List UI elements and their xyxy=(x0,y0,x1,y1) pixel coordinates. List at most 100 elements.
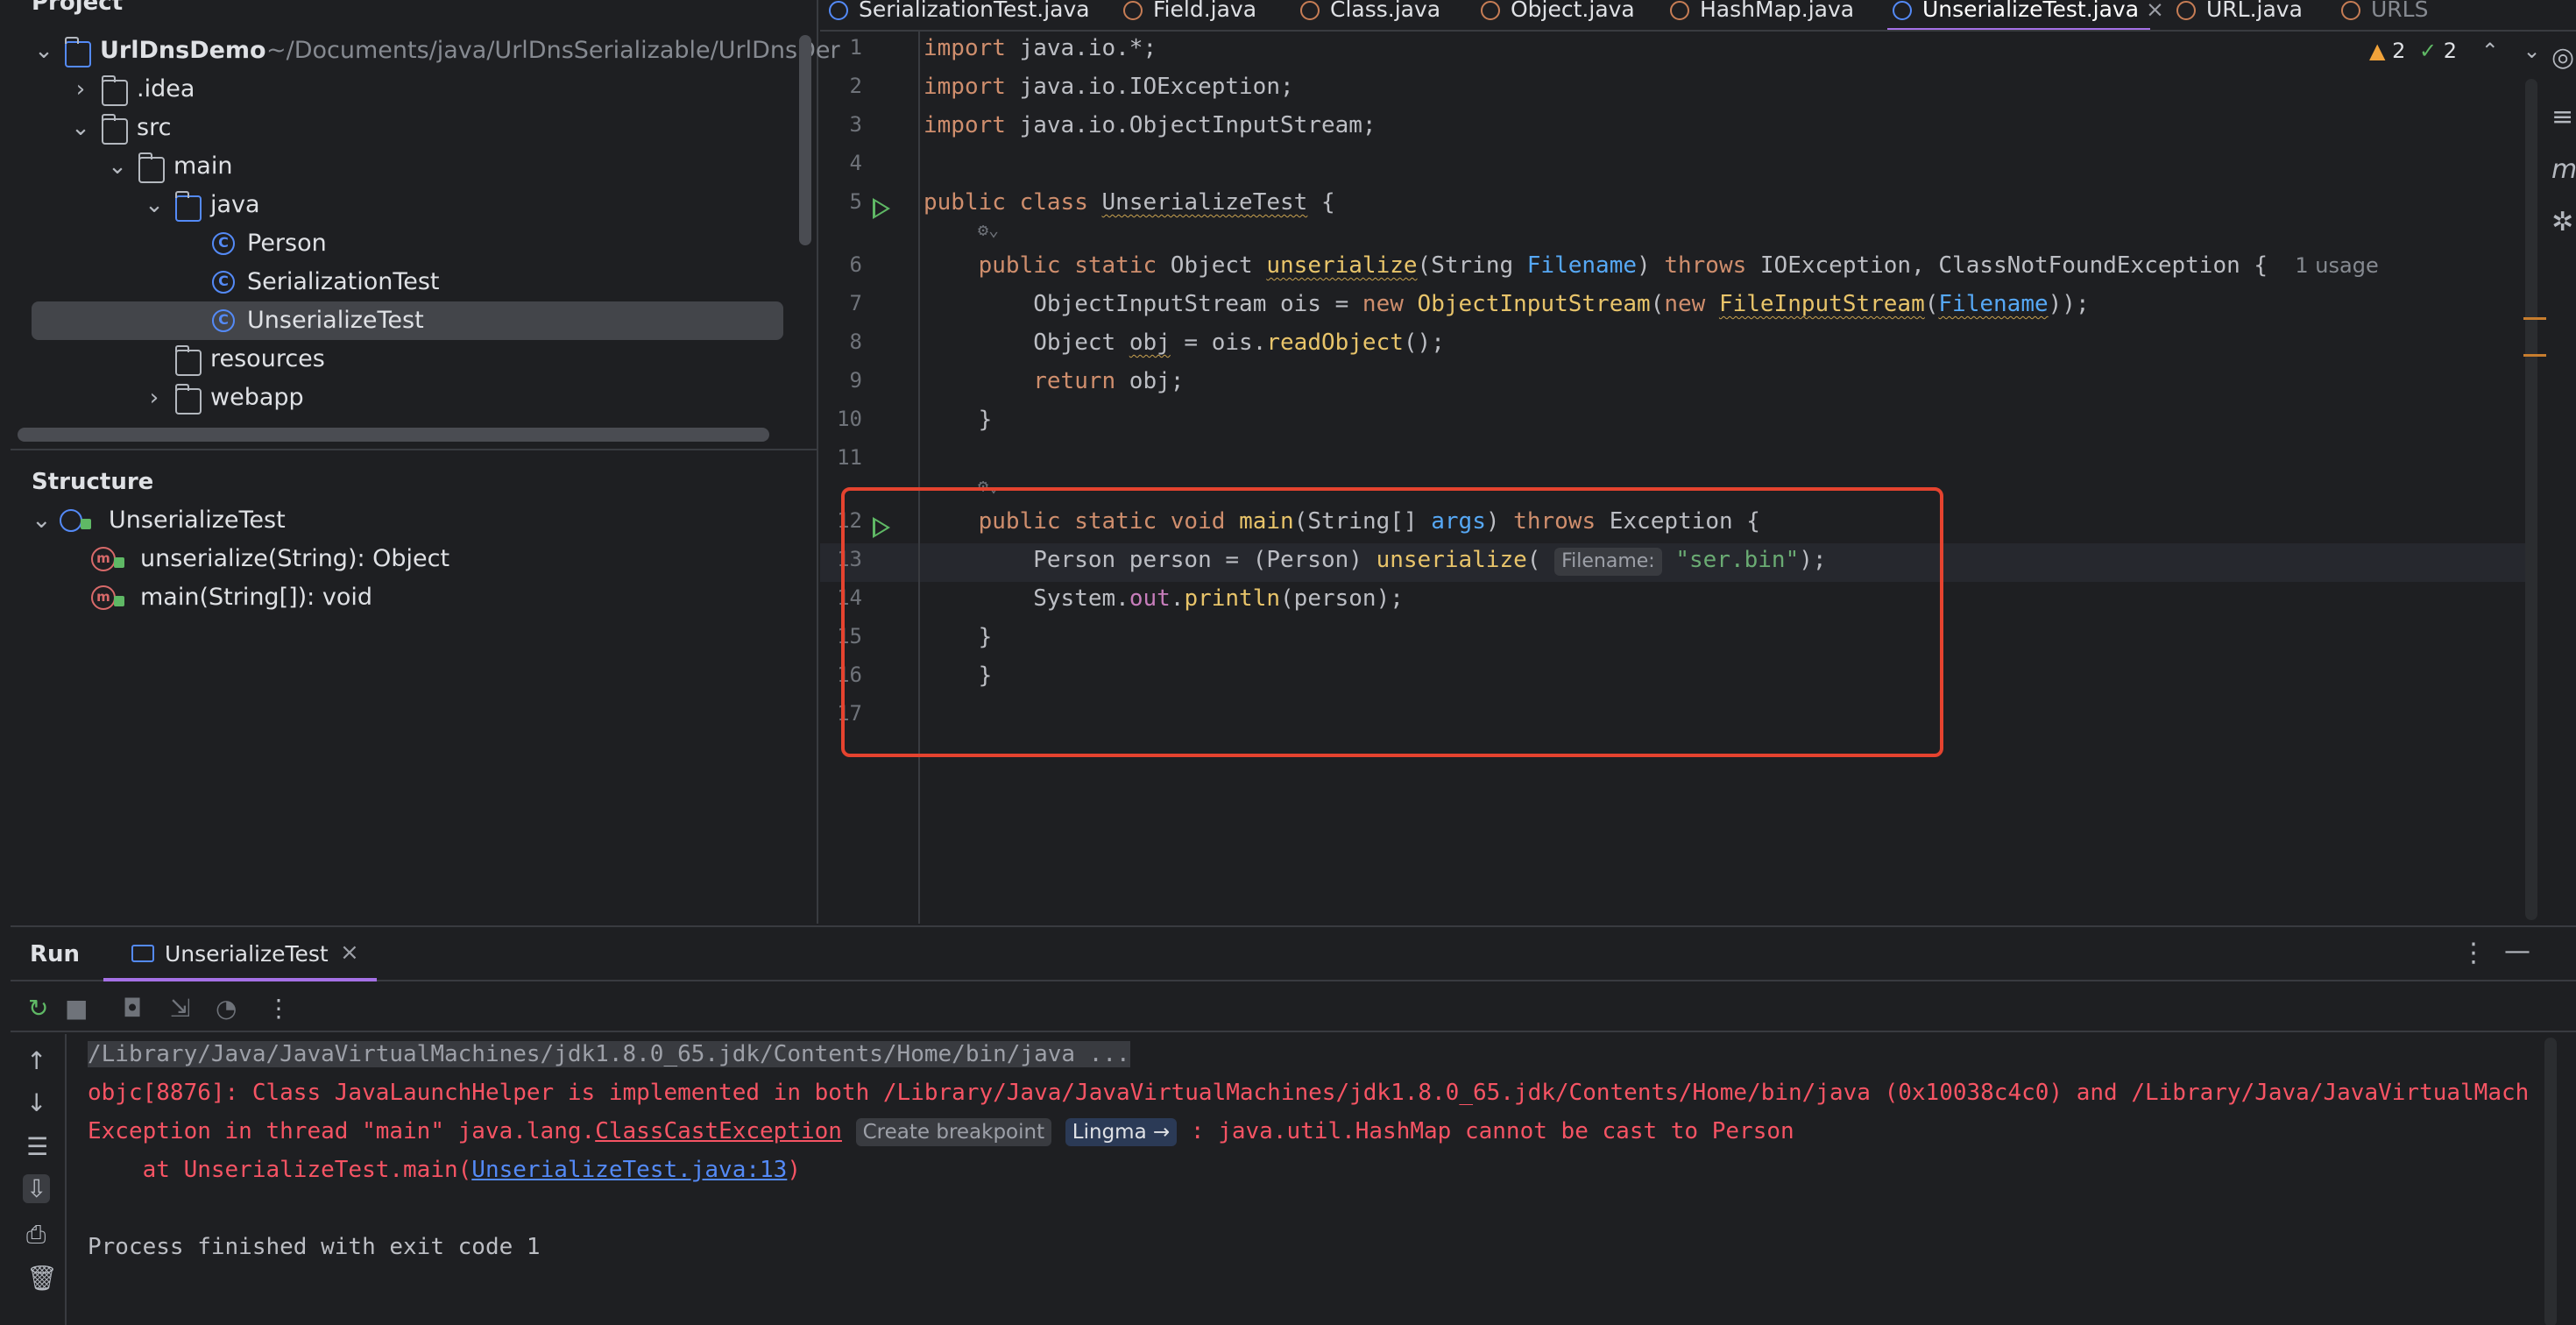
chevron-up-icon[interactable]: ⌃ xyxy=(2481,39,2499,63)
tab-class[interactable]: Class.java xyxy=(1300,0,1440,30)
structure-panel: Structure ⌄ UnserializeTest m unserializ… xyxy=(11,449,818,617)
stop-icon[interactable]: ■ xyxy=(65,994,88,1023)
tab-url[interactable]: URL.java xyxy=(2176,0,2303,30)
tab-field[interactable]: Field.java xyxy=(1123,0,1256,30)
tree-item-label: webapp xyxy=(210,384,304,411)
exception-class-link[interactable]: ClassCastException xyxy=(595,1118,842,1144)
error-stripe-mark[interactable] xyxy=(2523,354,2546,357)
error-stripe-mark[interactable] xyxy=(2523,317,2546,320)
class-icon: C xyxy=(212,232,235,255)
line-number[interactable]: 6 xyxy=(820,252,862,277)
line-number[interactable]: 2 xyxy=(820,74,862,98)
trash-icon[interactable]: 🗑 xyxy=(26,1264,58,1293)
database-icon[interactable]: ≡ xyxy=(2551,102,2573,132)
close-icon[interactable]: × xyxy=(2146,0,2164,22)
tree-item-label: UnserializeTest xyxy=(247,307,424,334)
tab-urls[interactable]: URLS xyxy=(2341,0,2428,30)
editor-gutter[interactable]: 1 2 3 4 5 6 7 8 9 10 11 12 13 14 15 16 17 xyxy=(820,32,920,924)
arrow-up-icon[interactable]: ↑ xyxy=(26,1046,46,1075)
tab-object[interactable]: Object.java xyxy=(1481,0,1635,30)
tree-item-urldnsdemo[interactable]: ⌄ UrlDnsDemo ~/Documents/java/UrlDnsSerial… xyxy=(11,32,840,70)
tree-item-idea[interactable]: › .idea xyxy=(11,70,799,109)
code-line-1: import java.io.*; xyxy=(924,35,1157,61)
soft-wrap-icon[interactable]: ☰ xyxy=(26,1132,48,1161)
tab-hashmap[interactable]: HashMap.java xyxy=(1670,0,1854,30)
structure-member-label: unserialize(String): Object xyxy=(140,545,450,572)
chevron-down-icon[interactable]: ⌄ xyxy=(2523,39,2540,63)
run-gutter-icon[interactable] xyxy=(873,198,890,219)
console-output[interactable]: /Library/Java/JavaVirtualMachines/jdk1.8… xyxy=(88,1034,2532,1325)
maven-icon[interactable]: m xyxy=(2551,154,2576,185)
console-vertical-scrollbar[interactable] xyxy=(2544,1038,2557,1325)
lingma-chip[interactable]: Lingma → xyxy=(1065,1118,1178,1146)
tree-item-webapp[interactable]: › webapp xyxy=(11,379,799,417)
line-number[interactable]: 8 xyxy=(820,329,862,354)
tree-item-java[interactable]: ⌄ java xyxy=(11,186,799,224)
plugin-icon[interactable]: ✲ xyxy=(2551,207,2573,237)
tree-item-main[interactable]: ⌄ main xyxy=(11,147,799,186)
scroll-to-end-icon[interactable]: ⇩ xyxy=(23,1174,51,1203)
tree-item-person[interactable]: C Person xyxy=(11,224,799,263)
code-editor[interactable]: import java.io.*; import java.io.IOExcep… xyxy=(924,32,2523,924)
more-options-icon[interactable]: ⋮ xyxy=(266,994,291,1023)
chevron-right-icon[interactable]: › xyxy=(142,379,166,417)
tab-unserializetest[interactable]: UnserializeTest.java × xyxy=(1893,0,2164,30)
run-header: Run UnserializeTest × ⋮ — xyxy=(11,927,2576,981)
code-line-8: Object obj = ois.readObject(); xyxy=(1033,329,1445,356)
chevron-down-icon[interactable]: ⌄ xyxy=(105,147,130,186)
line-number[interactable]: 1 xyxy=(820,35,862,60)
code-line-10: } xyxy=(978,407,993,433)
chevron-down-icon[interactable]: ⌄ xyxy=(142,186,166,224)
rerun-icon[interactable]: ↻ xyxy=(28,994,48,1023)
camera-icon[interactable]: ◘ xyxy=(123,994,142,1023)
print-icon[interactable]: ⎙ xyxy=(26,1220,46,1250)
line-number[interactable]: 7 xyxy=(820,291,862,315)
project-tree-horizontal-scrollbar[interactable] xyxy=(18,428,769,442)
tree-item-unserializetest[interactable]: C UnserializeTest xyxy=(32,301,783,340)
line-number[interactable]: 3 xyxy=(820,112,862,137)
close-icon[interactable]: × xyxy=(340,939,359,966)
java-file-icon xyxy=(2176,1,2196,20)
tree-item-label: src xyxy=(137,114,172,141)
tree-item-src[interactable]: ⌄ src xyxy=(11,109,799,147)
class-icon xyxy=(829,1,848,20)
exit-icon[interactable]: ⇲ xyxy=(170,994,190,1023)
chevron-down-icon[interactable]: ⌄ xyxy=(32,32,56,70)
structure-member[interactable]: m main(String[]): void xyxy=(11,578,818,617)
run-tab-label: UnserializeTest xyxy=(165,941,329,967)
method-icon: m xyxy=(91,585,116,610)
ai-assistant-icon[interactable]: ◎ xyxy=(2551,42,2574,73)
more-options-icon[interactable]: ⋮ xyxy=(2460,938,2487,968)
editor-vertical-scrollbar[interactable] xyxy=(2525,79,2537,920)
inspection-widget[interactable]: ▲ 2 ✓ 2 ⌃ ⌄ xyxy=(2369,39,2541,63)
lingma-inline-icon[interactable]: ⚙⌄ xyxy=(978,219,999,240)
line-number[interactable]: 4 xyxy=(820,151,862,175)
code-line-5: public class UnserializeTest { xyxy=(924,189,1335,216)
run-tab-unserializetest[interactable]: UnserializeTest × xyxy=(103,927,377,981)
module-path-hint: ~/Documents/java/UrlDnsSerializable/UrlD… xyxy=(266,37,840,64)
project-panel-title[interactable]: Project xyxy=(32,0,123,21)
tree-item-resources[interactable]: resources xyxy=(11,340,799,379)
source-folder-icon xyxy=(175,191,202,222)
java-file-icon xyxy=(1481,1,1500,20)
create-breakpoint-chip[interactable]: Create breakpoint xyxy=(855,1118,1052,1146)
chevron-down-icon[interactable]: ⌄ xyxy=(68,109,93,147)
tab-serializationtest[interactable]: SerializationTest.java xyxy=(829,0,1090,30)
line-number[interactable]: 5 xyxy=(820,189,862,214)
structure-root[interactable]: ⌄ UnserializeTest xyxy=(11,501,818,540)
line-number[interactable]: 9 xyxy=(820,368,862,393)
chevron-down-icon[interactable]: ⌄ xyxy=(32,501,52,540)
source-link[interactable]: UnserializeTest.java:13 xyxy=(471,1157,787,1183)
tree-item-serializationtest[interactable]: C SerializationTest xyxy=(11,263,799,301)
line-number[interactable]: 11 xyxy=(820,445,862,470)
arrow-down-icon[interactable]: ↓ xyxy=(26,1088,46,1117)
minimize-icon[interactable]: — xyxy=(2504,936,2530,967)
usage-hint[interactable]: 1 usage xyxy=(2295,253,2378,278)
console-command-line[interactable]: /Library/Java/JavaVirtualMachines/jdk1.8… xyxy=(88,1041,1130,1067)
dump-threads-icon[interactable]: ◔ xyxy=(216,994,237,1023)
structure-member[interactable]: m unserialize(String): Object xyxy=(11,540,818,578)
line-number[interactable]: 10 xyxy=(820,407,862,431)
tree-item-label: .idea xyxy=(137,75,195,103)
project-tree-vertical-scrollbar[interactable] xyxy=(799,35,811,245)
chevron-right-icon[interactable]: › xyxy=(68,70,93,109)
